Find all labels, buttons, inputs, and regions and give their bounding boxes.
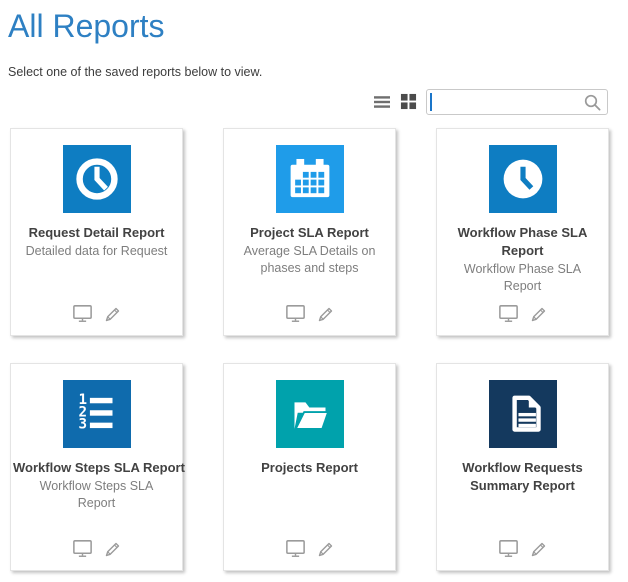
document-icon — [489, 380, 557, 448]
report-card-projects[interactable]: Projects Report — [223, 363, 396, 571]
clock-outline-icon — [63, 145, 131, 213]
grid-view-icon[interactable] — [400, 93, 417, 110]
monitor-icon[interactable] — [71, 302, 94, 324]
folder-open-icon — [276, 380, 344, 448]
monitor-icon[interactable] — [497, 302, 520, 324]
report-card-title: Workflow Phase SLA Report — [457, 224, 589, 260]
view-toggle — [373, 93, 417, 110]
reports-grid: Request Detail Report Detailed data for … — [10, 128, 628, 571]
card-actions — [437, 302, 608, 324]
monitor-icon[interactable] — [71, 537, 94, 559]
report-card-request-detail[interactable]: Request Detail Report Detailed data for … — [10, 128, 183, 336]
card-actions — [224, 537, 395, 559]
numbered-list-icon: 1 2 3 — [63, 380, 131, 448]
text-caret — [430, 93, 432, 111]
report-card-title: Workflow Requests Summary Report — [452, 459, 594, 495]
report-card-workflow-steps-sla[interactable]: 1 2 3 Workflow Steps SLA Report Workflow… — [10, 363, 183, 571]
search-box — [426, 89, 608, 115]
report-card-description: Average SLA Details on phases and steps — [224, 243, 395, 277]
pencil-icon[interactable] — [529, 539, 549, 559]
report-card-title: Projects Report — [224, 459, 395, 477]
pencil-icon[interactable] — [103, 304, 123, 324]
pencil-icon[interactable] — [316, 539, 336, 559]
pencil-icon[interactable] — [529, 304, 549, 324]
page-title: All Reports — [0, 0, 628, 45]
card-actions — [11, 302, 182, 324]
monitor-icon[interactable] — [497, 537, 520, 559]
pencil-icon[interactable] — [316, 304, 336, 324]
pencil-icon[interactable] — [103, 539, 123, 559]
monitor-icon[interactable] — [284, 537, 307, 559]
search-input[interactable] — [427, 90, 607, 114]
report-card-workflow-requests-summary[interactable]: Workflow Requests Summary Report — [436, 363, 609, 571]
search-icon[interactable] — [583, 93, 603, 113]
report-card-title: Request Detail Report — [11, 224, 182, 242]
svg-text:3: 3 — [78, 417, 87, 433]
report-card-description: Detailed data for Request — [11, 243, 182, 260]
monitor-icon[interactable] — [284, 302, 307, 324]
report-card-title: Workflow Steps SLA Report — [11, 459, 182, 477]
report-card-project-sla[interactable]: Project SLA Report Average SLA Details o… — [223, 128, 396, 336]
card-actions — [437, 537, 608, 559]
report-card-description: Workflow Phase SLA Report — [437, 261, 608, 295]
calendar-icon — [276, 145, 344, 213]
report-card-title: Project SLA Report — [224, 224, 395, 242]
report-card-workflow-phase-sla[interactable]: Workflow Phase SLA Report Workflow Phase… — [436, 128, 609, 336]
clock-solid-icon — [489, 145, 557, 213]
card-actions — [224, 302, 395, 324]
toolbar — [0, 88, 608, 115]
page-subtitle: Select one of the saved reports below to… — [8, 65, 628, 79]
report-card-description: Workflow Steps SLA Report — [11, 478, 182, 512]
list-view-icon[interactable] — [373, 94, 391, 110]
card-actions — [11, 537, 182, 559]
